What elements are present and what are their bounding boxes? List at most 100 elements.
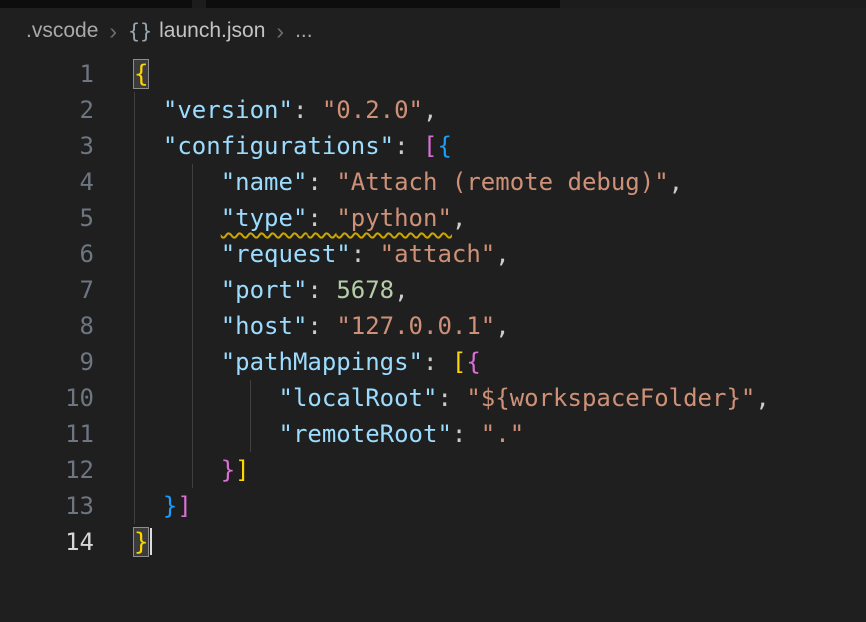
json-braces-icon: {} (128, 19, 152, 43)
token: , (423, 96, 437, 124)
code-line[interactable]: 12 }] (0, 452, 866, 488)
token: "name" (221, 168, 308, 196)
indent-guide (192, 272, 193, 308)
token: : (293, 96, 322, 124)
token: { (134, 60, 148, 88)
token: , (495, 312, 509, 340)
code-line[interactable]: 2 "version": "0.2.0", (0, 92, 866, 128)
line-number[interactable]: 3 (0, 128, 94, 164)
indent-guide (192, 308, 193, 344)
breadcrumb-item-file[interactable]: {} launch.json (128, 19, 265, 43)
token (134, 240, 221, 268)
indent-guide (134, 344, 135, 380)
line-number[interactable]: 13 (0, 488, 94, 524)
token: , (394, 276, 408, 304)
token: , (495, 240, 509, 268)
line-number[interactable]: 7 (0, 272, 94, 308)
code-line[interactable]: 13 }] (0, 488, 866, 524)
token: "0.2.0" (322, 96, 423, 124)
breadcrumb-item-symbol[interactable]: ... (295, 19, 313, 43)
indent-guide (134, 164, 135, 200)
token (134, 420, 279, 448)
indent-guide (134, 488, 135, 524)
tab-bar-edge (0, 0, 866, 8)
code-line[interactable]: 5 "type": "python", (0, 200, 866, 236)
token: [ (423, 132, 437, 160)
code-line[interactable]: 8 "host": "127.0.0.1", (0, 308, 866, 344)
token: "type" (221, 204, 308, 232)
token: "." (481, 420, 524, 448)
token (134, 348, 221, 376)
token (134, 168, 221, 196)
indent-guide (134, 380, 135, 416)
code-text: }] (94, 488, 866, 524)
line-number[interactable]: 2 (0, 92, 94, 128)
token: "python" (336, 204, 452, 232)
code-text: "localRoot": "${workspaceFolder}", (94, 380, 866, 416)
line-number[interactable]: 14 (0, 524, 94, 560)
code-text: "configurations": [{ (94, 128, 866, 164)
code-text: "request": "attach", (94, 236, 866, 272)
code-line[interactable]: 4 "name": "Attach (remote debug)", (0, 164, 866, 200)
token: { (466, 348, 480, 376)
code-text: "port": 5678, (94, 272, 866, 308)
indent-guide (134, 308, 135, 344)
token (134, 384, 279, 412)
token: "pathMappings" (221, 348, 423, 376)
indent-guide (250, 380, 251, 416)
code-text: } (94, 524, 866, 560)
line-number[interactable]: 12 (0, 452, 94, 488)
token: 5678 (336, 276, 394, 304)
text-cursor (150, 528, 152, 555)
code-text: }] (94, 452, 866, 488)
token: : (394, 132, 423, 160)
code-line[interactable]: 3 "configurations": [{ (0, 128, 866, 164)
breadcrumb-item-folder[interactable]: .vscode (26, 19, 98, 43)
token: "request" (221, 240, 351, 268)
code-line[interactable]: 6 "request": "attach", (0, 236, 866, 272)
code-line[interactable]: 10 "localRoot": "${workspaceFolder}", (0, 380, 866, 416)
indent-guide (134, 272, 135, 308)
indent-guide (134, 92, 135, 128)
code-line[interactable]: 7 "port": 5678, (0, 272, 866, 308)
line-number[interactable]: 11 (0, 416, 94, 452)
line-number[interactable]: 5 (0, 200, 94, 236)
line-number[interactable]: 6 (0, 236, 94, 272)
code-line[interactable]: 9 "pathMappings": [{ (0, 344, 866, 380)
code-text: "remoteRoot": "." (94, 416, 866, 452)
code-text: "host": "127.0.0.1", (94, 308, 866, 344)
token: , (669, 168, 683, 196)
token: ] (235, 456, 249, 484)
code-line[interactable]: 14} (0, 524, 866, 560)
line-number[interactable]: 1 (0, 56, 94, 92)
editor[interactable]: 1{2 "version": "0.2.0",3 "configurations… (0, 54, 866, 560)
breadcrumb-file-label: launch.json (159, 19, 265, 43)
line-number[interactable]: 10 (0, 380, 94, 416)
code-line[interactable]: 11 "remoteRoot": "." (0, 416, 866, 452)
token (134, 456, 221, 484)
token: } (163, 492, 177, 520)
token: : (452, 420, 481, 448)
token: "Attach (remote debug)" (336, 168, 668, 196)
token: "localRoot" (279, 384, 438, 412)
token: , (452, 204, 466, 232)
line-number[interactable]: 8 (0, 308, 94, 344)
token (134, 96, 163, 124)
indent-guide (192, 236, 193, 272)
code-area[interactable]: 1{2 "version": "0.2.0",3 "configurations… (0, 56, 866, 560)
token: "127.0.0.1" (336, 312, 495, 340)
token (134, 492, 163, 520)
code-line[interactable]: 1{ (0, 56, 866, 92)
token: : (423, 348, 452, 376)
token: : (307, 168, 336, 196)
line-number[interactable]: 4 (0, 164, 94, 200)
indent-guide (134, 236, 135, 272)
token: "remoteRoot" (279, 420, 452, 448)
chevron-right-icon: › (108, 18, 118, 45)
line-number[interactable]: 9 (0, 344, 94, 380)
token: "port" (221, 276, 308, 304)
token: : (351, 240, 380, 268)
token: "host" (221, 312, 308, 340)
tab-bar-edge-segment (0, 0, 192, 8)
token: "configurations" (163, 132, 394, 160)
